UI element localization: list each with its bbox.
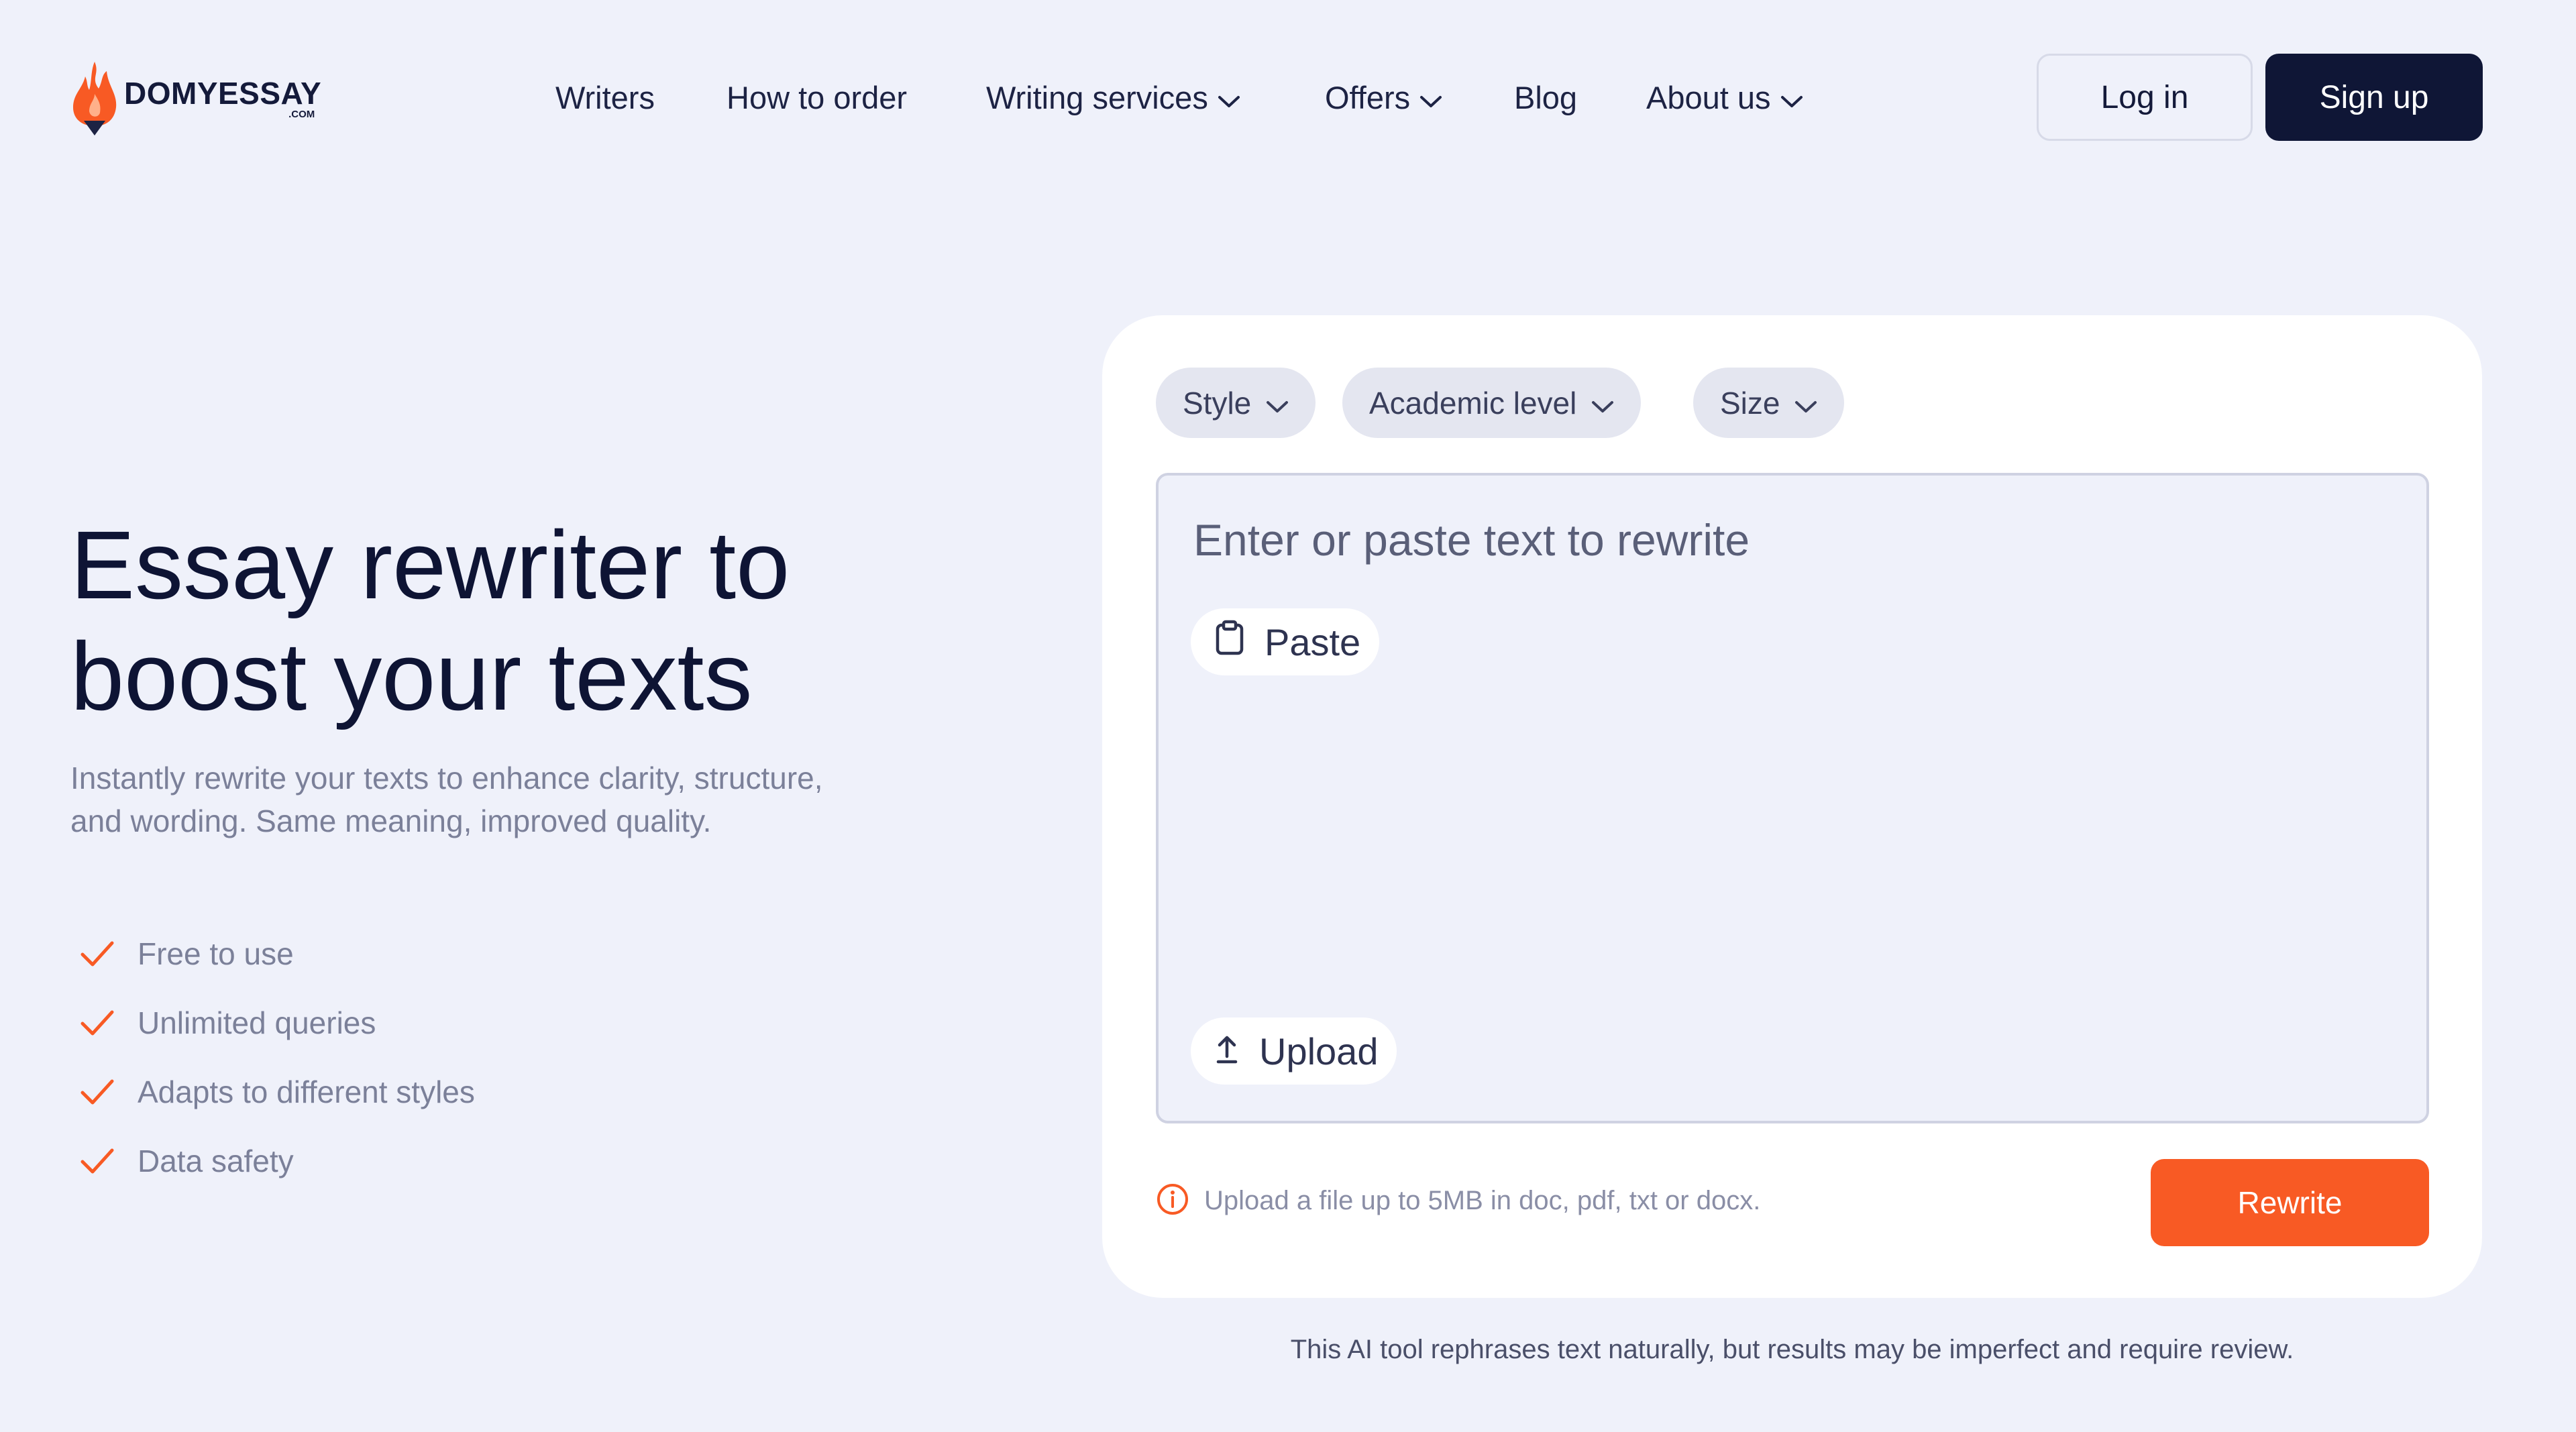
feature-text: Free to use	[138, 936, 294, 971]
nav-item-offers[interactable]: Offers	[1325, 70, 1442, 124]
text-input-area[interactable]: Enter or paste text to rewrite Paste Upl…	[1156, 473, 2429, 1123]
upload-info-text: Upload a file up to 5MB in doc, pdf, txt…	[1204, 1185, 1761, 1215]
academic-level-dropdown[interactable]: Academic level	[1342, 368, 1642, 438]
hero-title: Essay rewriter to boost your texts	[70, 510, 1010, 732]
upload-button[interactable]: Upload	[1191, 1017, 1397, 1085]
nav-item-label: About us	[1646, 79, 1771, 115]
feature-list: Free to use Unlimited queries Adapts to …	[77, 919, 475, 1195]
hero-title-line-1: Essay rewriter to	[70, 511, 790, 619]
nav-item-label: Writing services	[986, 79, 1208, 115]
style-dropdown-label: Style	[1183, 385, 1252, 421]
chevron-down-icon	[1591, 385, 1614, 421]
info-icon	[1156, 1182, 1189, 1219]
paste-button-label: Paste	[1265, 620, 1361, 663]
nav-item-blog[interactable]: Blog	[1514, 70, 1577, 124]
clipboard-icon	[1215, 620, 1244, 665]
nav-item-label: Blog	[1514, 79, 1578, 115]
signup-button[interactable]: Sign up	[2265, 54, 2483, 141]
feature-text: Data safety	[138, 1143, 294, 1178]
hero-title-line-2: boost your texts	[70, 622, 753, 730]
upload-button-label: Upload	[1259, 1030, 1379, 1072]
academic-level-dropdown-label: Academic level	[1369, 385, 1577, 421]
feature-item: Free to use	[77, 919, 475, 988]
chevron-down-icon	[1419, 79, 1442, 116]
feature-text: Unlimited queries	[138, 1005, 376, 1040]
text-input-placeholder[interactable]: Enter or paste text to rewrite	[1193, 514, 1750, 565]
rewriter-card: Style Academic level Size Enter or paste…	[1102, 315, 2482, 1298]
feature-text: Adapts to different styles	[138, 1074, 475, 1109]
upload-icon	[1215, 1030, 1239, 1073]
nav-item-writing-services[interactable]: Writing services	[986, 70, 1240, 124]
style-dropdown[interactable]: Style	[1156, 368, 1316, 438]
paste-button[interactable]: Paste	[1191, 608, 1380, 675]
check-icon	[77, 1141, 117, 1181]
feature-item: Unlimited queries	[77, 988, 475, 1057]
chevron-down-icon	[1266, 385, 1289, 421]
ai-disclaimer: This AI tool rephrases text naturally, b…	[1290, 1335, 2294, 1364]
chevron-down-icon	[1218, 79, 1240, 116]
hero-description: Instantly rewrite your texts to enhance …	[70, 761, 823, 838]
size-dropdown[interactable]: Size	[1693, 368, 1845, 438]
chevron-down-icon	[1780, 79, 1803, 116]
check-icon	[77, 1003, 117, 1043]
feature-item: Data safety	[77, 1126, 475, 1195]
size-dropdown-label: Size	[1720, 385, 1780, 421]
nav-item-label: How to order	[727, 79, 908, 115]
rewrite-button[interactable]: Rewrite	[2151, 1159, 2429, 1246]
feature-item: Adapts to different styles	[77, 1057, 475, 1126]
nav-item-writers[interactable]: Writers	[555, 70, 655, 124]
upload-info: Upload a file up to 5MB in doc, pdf, txt…	[1156, 1180, 1760, 1221]
nav-item-label: Writers	[555, 79, 655, 115]
nav-item-how-to-order[interactable]: How to order	[727, 70, 907, 124]
check-icon	[77, 1072, 117, 1112]
chevron-down-icon	[1794, 385, 1817, 421]
nav-item-label: Offers	[1325, 79, 1411, 115]
nav-item-about-us[interactable]: About us	[1646, 70, 1803, 124]
check-icon	[77, 934, 117, 974]
login-button[interactable]: Log in	[2037, 54, 2253, 141]
